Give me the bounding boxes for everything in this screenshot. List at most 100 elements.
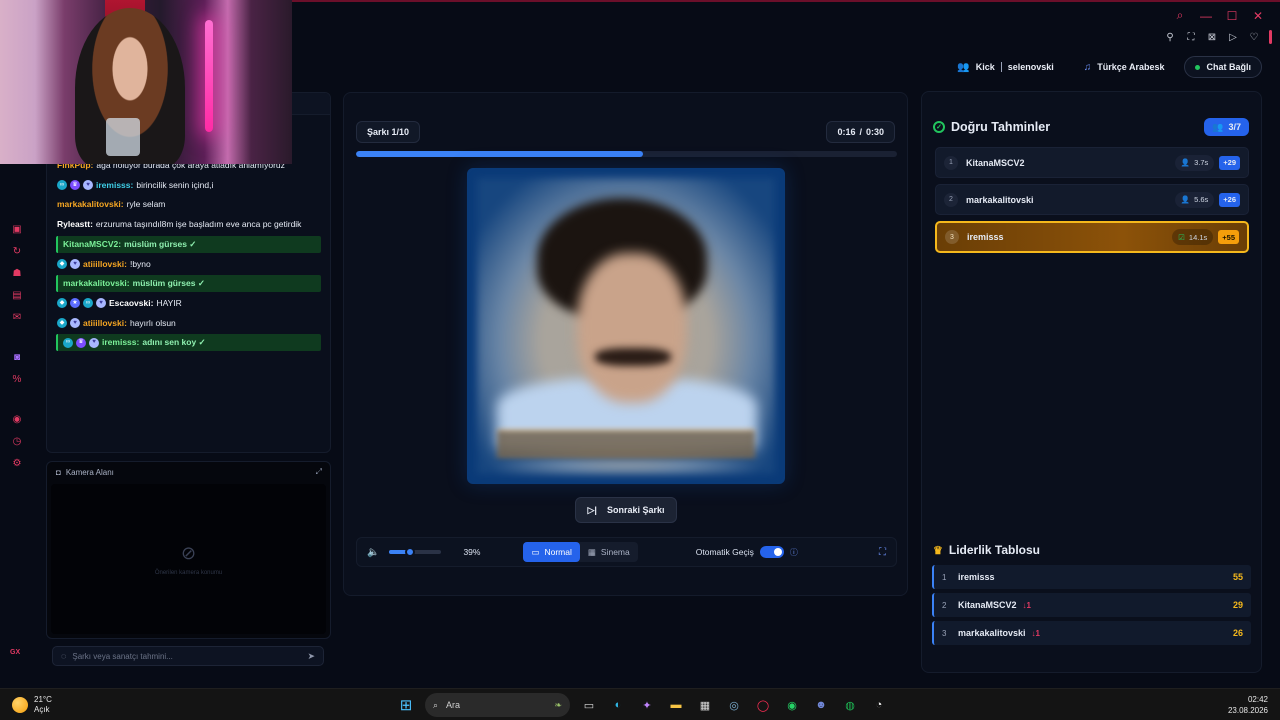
- total-time: 0:30: [865, 127, 884, 137]
- chat-colon: :: [90, 219, 93, 230]
- send-icon[interactable]: ➤: [307, 651, 315, 662]
- chat-username[interactable]: atiiillovski: [83, 256, 124, 273]
- close-icon[interactable]: ✕: [1250, 9, 1266, 23]
- chat-username[interactable]: iremisss: [102, 334, 137, 351]
- crop-icon[interactable]: ⛶: [1185, 32, 1197, 43]
- mail-icon[interactable]: ✉: [13, 310, 21, 326]
- search-icon[interactable]: ⌕: [1172, 8, 1188, 23]
- maximize-icon[interactable]: ☐: [1224, 9, 1240, 23]
- heart-badge-icon: ♥: [83, 180, 93, 191]
- star-badge-icon: ★: [70, 298, 80, 309]
- leaderboard-title: ♛ Liderlik Tablosu: [933, 543, 1040, 557]
- search-icon: ⌕: [433, 699, 439, 710]
- guess-user: iremisss: [967, 232, 1004, 242]
- fullscreen-icon[interactable]: ⛶: [879, 547, 886, 558]
- weather-widget[interactable]: 21°C Açık: [12, 695, 52, 715]
- mode-cinema-label: Sinema: [600, 547, 630, 557]
- clock-icon[interactable]: ◷: [13, 434, 22, 450]
- minimize-icon[interactable]: —: [1198, 9, 1214, 23]
- category-name: Türkçe Arabesk: [1097, 62, 1165, 72]
- shield-badge-icon: ◆: [57, 298, 67, 309]
- pin-icon[interactable]: ⚲: [1164, 32, 1176, 43]
- taskbar-apps: ⊞ ⌕ Ara ❧ ▭ ◐ ✦ ▬ ▦ ◎ ◯ ◉ ☻ ◍ ◔: [396, 693, 889, 717]
- twitch-icon[interactable]: ◙: [14, 350, 20, 366]
- chat-message: ∞ ♛ ♥ iremisss: birincilik senin içind,i: [56, 177, 321, 194]
- guess-points: +55: [1218, 230, 1239, 244]
- discord-icon[interactable]: ☻: [811, 695, 831, 715]
- volume-slider[interactable]: [389, 547, 442, 557]
- heart-icon[interactable]: ♡: [1248, 32, 1260, 43]
- leaderboard-row: 1 iremisss 55: [932, 565, 1251, 589]
- song-progress-bar[interactable]: [356, 151, 897, 157]
- play-icon[interactable]: ▷: [1227, 32, 1239, 43]
- chat-username[interactable]: markakalitovski: [57, 196, 121, 213]
- chat-username[interactable]: Ryleastt: [57, 216, 90, 233]
- taskbar-search[interactable]: ⌕ Ara ❧: [425, 693, 570, 717]
- volume-value: 39%: [463, 547, 481, 557]
- info-icon[interactable]: ⓘ: [790, 547, 798, 558]
- chat-text: adını sen koy ✓: [142, 337, 206, 348]
- volume-icon[interactable]: 🔈: [367, 547, 379, 558]
- guess-user: KitanaMSCV2: [966, 157, 1025, 168]
- users-icon: 👥: [1212, 121, 1224, 132]
- channel-name: selenovski: [1007, 62, 1054, 72]
- file-explorer-icon[interactable]: ▬: [666, 695, 686, 715]
- steam-icon[interactable]: ◎: [724, 695, 744, 715]
- refresh-icon[interactable]: ↻: [13, 244, 21, 260]
- chat-username[interactable]: iremisss: [96, 177, 131, 194]
- store-icon[interactable]: ▦: [695, 695, 715, 715]
- next-song-label: Sonraki Şarkı: [606, 505, 665, 515]
- check-circle-icon: ✓: [933, 121, 945, 133]
- next-song-button[interactable]: ▷| Sonraki Şarkı: [575, 497, 677, 523]
- extension-bar: ⚲ ⛶ ⊠ ▷ ♡: [1164, 30, 1272, 44]
- guess-user: markakalitovski: [966, 194, 1034, 205]
- chat-colon: :: [124, 317, 127, 328]
- chat-username[interactable]: markakalitovski: [63, 275, 127, 292]
- opera-gx-icon[interactable]: ◯: [753, 695, 773, 715]
- correct-guesses-title: ✓ Doğru Tahminler: [933, 120, 1050, 134]
- guess-input-bar: ◌ ➤: [52, 646, 324, 666]
- expand-icon[interactable]: ⤢: [316, 467, 322, 477]
- guess-rank: 2: [944, 192, 958, 207]
- rail-bottom-icon[interactable]: GX: [10, 649, 20, 656]
- crown-badge-icon: ♛: [70, 180, 80, 191]
- platform-pill[interactable]: 👥 Kick selenovski: [947, 56, 1064, 78]
- guess-time-badge: 👤 5.6s: [1174, 191, 1215, 208]
- chrome-icon[interactable]: ◔: [869, 695, 889, 715]
- block-icon[interactable]: ⊠: [1206, 32, 1218, 43]
- chat-status-pill[interactable]: Chat Bağlı: [1184, 56, 1262, 78]
- image-icon[interactable]: ▣: [12, 222, 21, 238]
- search-label: Ara: [446, 700, 461, 710]
- guess-time: 14.1s: [1188, 232, 1208, 242]
- copilot-icon[interactable]: ✦: [637, 695, 657, 715]
- volume-knob[interactable]: [404, 547, 415, 557]
- mode-normal-button[interactable]: ▭ Normal: [523, 542, 580, 562]
- chat-message-correct: KitanaMSCV2: müslüm gürses ✓: [56, 235, 321, 253]
- player-controls: 🔈 39% ▭ Normal ▦ Sinema Otomatik Geçiş ⓘ…: [356, 537, 897, 567]
- guess-time-badge: 👤 3.7s: [1174, 154, 1215, 171]
- chat-message-correct: markakalitovski: müslüm gürses ✓: [56, 275, 321, 292]
- chat-message: ◆ ♥ atiiillovski: hayırlı olsun: [56, 315, 321, 332]
- spotify-icon[interactable]: ◍: [840, 695, 860, 715]
- whatsapp-icon[interactable]: ◉: [782, 695, 802, 715]
- chat-username[interactable]: Escaovski: [109, 295, 151, 312]
- auto-advance-toggle[interactable]: [759, 546, 784, 558]
- skip-next-icon: ▷|: [587, 504, 597, 515]
- chat-username[interactable]: KitanaMSCV2: [63, 236, 118, 253]
- category-pill[interactable]: ♫ Türkçe Arabesk: [1074, 56, 1175, 78]
- windows-start-icon[interactable]: ⊞: [396, 695, 416, 715]
- mode-cinema-button[interactable]: ▦ Sinema: [580, 542, 638, 562]
- task-view-icon[interactable]: ▭: [579, 695, 599, 715]
- shield-badge-icon: ◆: [57, 317, 67, 328]
- guess-input[interactable]: [72, 651, 302, 661]
- play-circle-icon[interactable]: ◉: [13, 412, 22, 428]
- chat-username[interactable]: atiiillovski: [83, 315, 124, 332]
- percent-icon[interactable]: %: [13, 372, 22, 388]
- camera-area-title: ◘ Kamera Alanı: [56, 468, 114, 477]
- chat-icon[interactable]: ▤: [12, 288, 21, 304]
- edge-browser-icon[interactable]: ◐: [608, 695, 628, 715]
- system-clock[interactable]: 02:42 23.08.2026: [1228, 694, 1268, 716]
- bot-icon[interactable]: ☗: [13, 266, 22, 282]
- settings-gear-icon[interactable]: ⚙: [13, 456, 22, 472]
- camera-title-label: Kamera Alanı: [65, 468, 114, 477]
